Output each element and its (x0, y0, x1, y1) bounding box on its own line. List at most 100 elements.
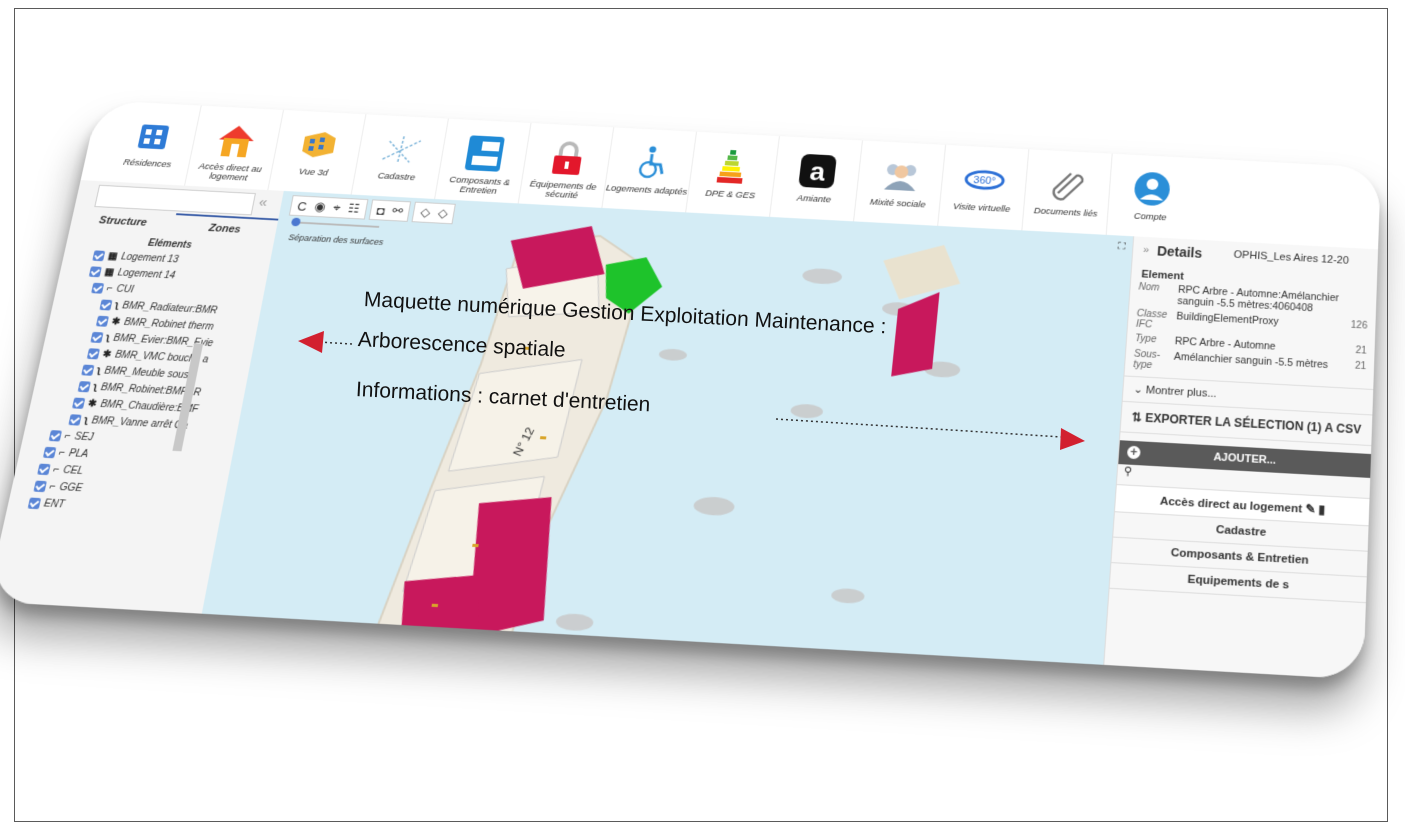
tilted-screenshot: Résidences Accès direct au logement Vue … (0, 100, 1381, 680)
element-type-icon: ʅ (114, 300, 120, 311)
element-type-icon: ✱ (110, 316, 122, 328)
energy-rating-icon (710, 147, 757, 186)
tree-node-label: Logement 14 (116, 267, 177, 282)
tree-node-label: SEJ (73, 431, 95, 444)
element-type-icon: ʅ (105, 332, 111, 344)
property-count: 126 (1350, 320, 1368, 332)
components-icon (460, 134, 509, 173)
tool-mixite[interactable]: Mixité sociale (854, 140, 947, 226)
checkbox[interactable] (92, 250, 106, 262)
checkbox[interactable] (88, 266, 102, 278)
checkbox[interactable] (27, 497, 42, 510)
tool-label: Accès direct au logement (197, 161, 263, 184)
property-key: Nom (1138, 281, 1160, 294)
tool-label: DPE & GES (704, 188, 756, 202)
element-type-icon: ▦ (103, 267, 115, 279)
reset-icon[interactable]: C (296, 199, 308, 213)
tool-equipements[interactable]: Équipements de sécurité (518, 123, 615, 208)
checkbox[interactable] (68, 414, 82, 426)
account-icon (1129, 169, 1174, 208)
paperclip-icon (1045, 165, 1091, 204)
chevron-right-icon[interactable]: » (1143, 244, 1150, 256)
property-count: 21 (1355, 345, 1367, 357)
asbestos-icon: a (794, 152, 841, 191)
tab-zones[interactable]: Zones (171, 213, 279, 242)
home-icon (211, 121, 261, 160)
tool-label: Visite virtuelle (952, 201, 1011, 215)
3d-viewer[interactable]: N° 12 C ◉ ⌖ ☷ ◘ ⚯ ◇ ◇ Séparation des sur… (201, 190, 1135, 665)
checkbox[interactable] (37, 463, 51, 476)
tool-visite[interactable]: 360° Visite virtuelle (938, 144, 1030, 231)
people-icon (877, 156, 924, 195)
building-3d-icon (294, 125, 343, 164)
tool-label: Résidences (122, 157, 173, 170)
tool-compte[interactable]: Compte (1107, 154, 1196, 240)
eye-icon[interactable]: ◉ (313, 199, 327, 214)
checkbox[interactable] (90, 331, 104, 344)
element-type-icon: ʅ (92, 381, 99, 393)
element-type-icon: ⌐ (52, 464, 61, 476)
tool-composants[interactable]: Composants & Entretien (435, 118, 532, 204)
checkbox[interactable] (77, 381, 91, 393)
collapse-panel-button[interactable]: « (257, 194, 268, 210)
tree-node-label: BMR_Robinet therm (122, 317, 215, 333)
residences-icon (128, 117, 178, 156)
tree-node-label: CUI (115, 284, 135, 296)
fullscreen-icon[interactable]: ⛶ (1117, 241, 1126, 254)
element-type-icon: ✱ (101, 349, 113, 361)
element-type-icon: ⌐ (63, 430, 72, 443)
tree-node-label: Logement 13 (120, 251, 180, 266)
details-title: Details (1156, 243, 1203, 261)
checkbox[interactable] (95, 315, 109, 327)
tool-logements-adaptes[interactable]: Logements adaptés (602, 127, 698, 213)
checkbox[interactable] (33, 480, 47, 493)
tab-structure[interactable]: Structure (69, 208, 176, 236)
camera-controls: C ◉ ⌖ ☷ (288, 195, 369, 220)
tool-vue-3d[interactable]: Vue 3d (268, 109, 367, 195)
tool-amiante[interactable]: a Amiante (770, 136, 863, 222)
checkbox[interactable] (99, 299, 113, 311)
tool-label: Composants & Entretien (448, 174, 511, 197)
tool-label: Compte (1133, 211, 1167, 224)
svg-text:360°: 360° (973, 175, 996, 187)
details-panel: » Details OPHIS_Les Aires 12-20 Element … (1103, 236, 1379, 680)
cube-outline-icon[interactable]: ◇ (437, 206, 449, 221)
cube-icon[interactable]: ◇ (419, 205, 431, 220)
tool-label: Logements adaptés (605, 183, 688, 198)
building-model[interactable]: N° 12 (202, 191, 1083, 665)
camera-icon[interactable]: ◘ (376, 203, 386, 217)
checkbox[interactable] (48, 430, 63, 442)
tool-label: Mixité sociale (869, 197, 926, 211)
property-key: Type (1134, 333, 1157, 346)
tool-acces-direct[interactable]: Accès direct au logement (185, 105, 285, 191)
checkbox[interactable] (86, 348, 100, 360)
capture-controls: ◘ ⚯ (368, 199, 412, 222)
filter-icon[interactable]: ☷ (347, 201, 361, 216)
plus-icon: + (1126, 445, 1141, 460)
target-icon[interactable]: ⌖ (332, 200, 342, 215)
cadastre-map-icon (377, 130, 426, 169)
checkbox[interactable] (81, 364, 95, 376)
list-item-label: Accès direct au logement (1159, 495, 1303, 516)
lock-icon (543, 139, 591, 178)
app-window: Résidences Accès direct au logement Vue … (0, 100, 1381, 680)
wheelchair-icon (627, 143, 675, 182)
checkbox[interactable] (42, 446, 57, 459)
tree-node-label: PLA (67, 448, 90, 461)
tree-node-label: GGE (58, 481, 84, 495)
360-icon: 360° (961, 161, 1007, 200)
tool-documents[interactable]: Documents liés (1022, 149, 1113, 235)
tool-label: Amiante (796, 193, 832, 206)
tool-cadastre[interactable]: Cadastre (351, 114, 449, 200)
add-label: AJOUTER... (1213, 451, 1277, 467)
tree-node-label: CEL (62, 464, 85, 478)
element-type-icon: ▦ (106, 251, 119, 262)
property-key: Classe IFC (1135, 308, 1168, 331)
element-type-icon: ʅ (83, 415, 90, 427)
show-more-label: Montrer plus... (1145, 384, 1217, 401)
checkbox[interactable] (91, 282, 105, 294)
tool-dpe-ges[interactable]: DPE & GES (686, 131, 780, 217)
checkbox[interactable] (71, 397, 86, 409)
walk-icon[interactable]: ⚯ (391, 203, 404, 218)
property-key: Sous-type (1132, 348, 1161, 372)
